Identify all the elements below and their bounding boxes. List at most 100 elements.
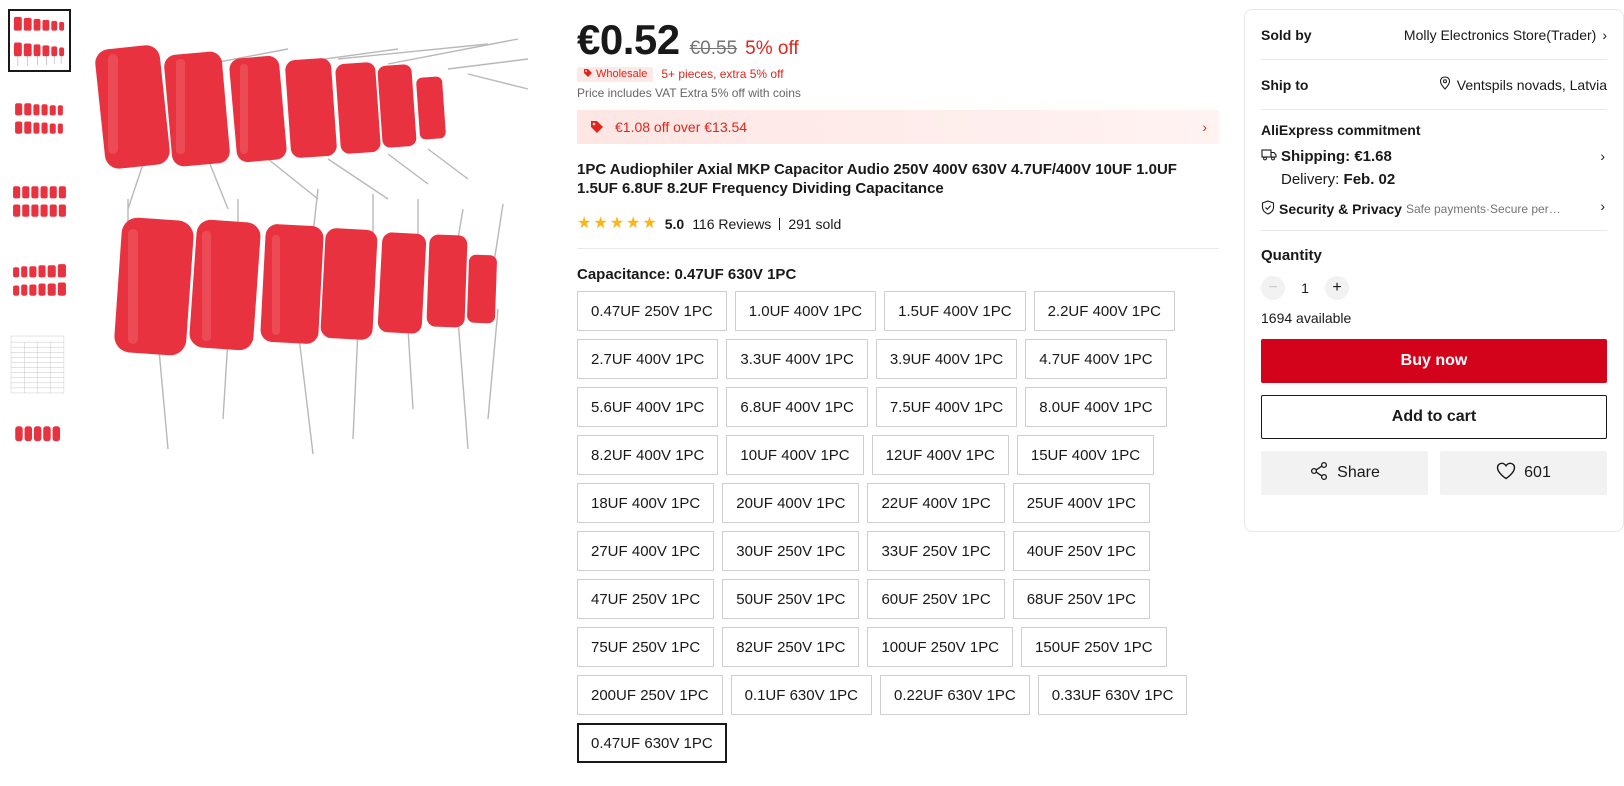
thumbnail-3[interactable] (8, 171, 71, 234)
variant-option[interactable]: 7.5UF 400V 1PC (875, 387, 1018, 427)
ship-to-row[interactable]: Ship to Ventspils novads, Latvia (1261, 60, 1607, 110)
variant-option[interactable]: 15UF 400V 1PC (1016, 435, 1155, 475)
variant-option[interactable]: 18UF 400V 1PC (577, 483, 715, 523)
variant-option[interactable]: 6.8UF 400V 1PC (726, 387, 868, 427)
main-product-image[interactable] (88, 9, 548, 469)
wholesale-text: 5+ pieces, extra 5% off (661, 67, 784, 81)
buy-now-button[interactable]: Buy now (1261, 339, 1607, 383)
quantity-stepper: − 1 + (1261, 276, 1607, 300)
variant-option[interactable]: 1.0UF 400V 1PC (734, 291, 877, 331)
share-icon (1309, 461, 1329, 486)
variant-label: Capacitance: 0.47UF 630V 1PC (577, 266, 797, 283)
star-icon: ★ (626, 215, 641, 232)
action-row: Share 601 (1261, 451, 1607, 495)
shipping-cost: Shipping: €1.68 (1281, 148, 1392, 165)
shield-check-icon (1261, 200, 1275, 218)
wholesale-badge-label: Wholesale (596, 68, 648, 80)
variant-option[interactable]: 3.3UF 400V 1PC (726, 339, 868, 379)
security-privacy-row[interactable]: Security & Privacy Safe payments·Secure … (1261, 198, 1607, 231)
variant-option[interactable]: 22UF 400V 1PC (867, 483, 1005, 523)
sold-by-row[interactable]: Sold by Molly Electronics Store(Trader) … (1261, 10, 1607, 60)
star-icon: ★ (577, 215, 592, 232)
reviews-link[interactable]: 116 Reviews (692, 216, 771, 232)
section-divider (577, 248, 1219, 249)
truck-icon (1261, 148, 1277, 165)
variant-option[interactable]: 82UF 250V 1PC (722, 627, 860, 667)
thumbnail-5-spec-table[interactable] (8, 333, 71, 396)
minus-icon[interactable]: − (1261, 276, 1285, 300)
variant-option[interactable]: 8.0UF 400V 1PC (1025, 387, 1167, 427)
star-icon: ★ (609, 215, 625, 232)
purchase-panel: Sold by Molly Electronics Store(Trader) … (1244, 9, 1624, 532)
rating-value: 5.0 (664, 216, 685, 232)
shipping-block[interactable]: Shipping: €1.68 Delivery: Feb. 02 › (1261, 148, 1607, 188)
rating-row: ★ ★ ★ ★ ★ 5.0 116 Reviews 291 sold (577, 214, 1219, 234)
thumbnail-1[interactable] (8, 9, 71, 72)
plus-icon[interactable]: + (1325, 276, 1349, 300)
variant-option[interactable]: 0.1UF 630V 1PC (730, 675, 872, 715)
variant-option[interactable]: 60UF 250V 1PC (867, 579, 1005, 619)
add-to-cart-button[interactable]: Add to cart (1261, 395, 1607, 439)
variant-option[interactable]: 200UF 250V 1PC (577, 675, 723, 715)
variant-option[interactable]: 20UF 400V 1PC (722, 483, 860, 523)
variant-option[interactable]: 68UF 250V 1PC (1012, 579, 1150, 619)
sold-count: 291 sold (788, 216, 842, 232)
variant-option[interactable]: 100UF 250V 1PC (867, 627, 1014, 667)
product-info: €0.52 €0.55 5% off Wholesale 5+ pieces, … (577, 16, 1219, 763)
thumbnail-4[interactable] (8, 252, 71, 315)
variant-option[interactable]: 30UF 250V 1PC (722, 531, 860, 571)
variant-option[interactable]: 10UF 400V 1PC (726, 435, 864, 475)
divider (779, 218, 781, 230)
share-label: Share (1337, 464, 1380, 481)
wholesale-row: Wholesale 5+ pieces, extra 5% off (577, 66, 1219, 82)
variant-option[interactable]: 2.2UF 400V 1PC (1033, 291, 1175, 331)
tag-icon (583, 68, 593, 81)
quantity-label: Quantity (1261, 247, 1322, 264)
share-button[interactable]: Share (1261, 451, 1428, 495)
delivery-line: Delivery: Feb. 02 (1281, 171, 1607, 188)
chevron-right-icon: › (1202, 119, 1207, 135)
security-title: Security & Privacy (1279, 201, 1402, 217)
coupon-tag-icon (589, 119, 605, 135)
variant-option[interactable]: 0.47UF 630V 1PC (577, 723, 727, 763)
thumbnail-2[interactable] (8, 90, 71, 153)
wishlist-count: 601 (1524, 464, 1551, 481)
quantity-value[interactable]: 1 (1285, 280, 1325, 296)
heart-icon (1496, 462, 1516, 485)
variant-option[interactable]: 8.2UF 400V 1PC (577, 435, 719, 475)
variant-option[interactable]: 0.47UF 250V 1PC (577, 291, 727, 331)
location-pin-icon (1439, 76, 1451, 93)
variant-option[interactable]: 150UF 250V 1PC (1021, 627, 1167, 667)
ship-to-location: Ventspils novads, Latvia (1456, 76, 1607, 93)
coupon-text: €1.08 off over €13.54 (615, 119, 748, 135)
original-price: €0.55 (689, 38, 738, 59)
variant-option[interactable]: 25UF 400V 1PC (1012, 483, 1150, 523)
security-subtitle: Safe payments·Secure personal ... (1405, 202, 1561, 216)
variant-option[interactable]: 27UF 400V 1PC (577, 531, 715, 571)
variant-option[interactable]: 5.6UF 400V 1PC (577, 387, 719, 427)
variant-option[interactable]: 2.7UF 400V 1PC (577, 339, 719, 379)
coupon-bar[interactable]: €1.08 off over €13.54 › (577, 110, 1219, 144)
star-icon: ★ (593, 215, 608, 232)
store-name[interactable]: Molly Electronics Store(Trader) (1404, 27, 1596, 43)
variant-option[interactable]: 4.7UF 400V 1PC (1025, 339, 1167, 379)
thumbnail-strip (8, 9, 72, 462)
variant-option[interactable]: 75UF 250V 1PC (577, 627, 715, 667)
chevron-right-icon: › (1600, 198, 1605, 214)
star-icon: ★ (642, 215, 657, 232)
delivery-date: Feb. 02 (1343, 171, 1396, 188)
delivery-label: Delivery: (1281, 171, 1340, 188)
ship-to-label: Ship to (1261, 76, 1309, 93)
variant-option[interactable]: 3.9UF 400V 1PC (875, 339, 1018, 379)
variant-option[interactable]: 0.22UF 630V 1PC (879, 675, 1030, 715)
variant-option[interactable]: 0.33UF 630V 1PC (1037, 675, 1188, 715)
variant-option[interactable]: 47UF 250V 1PC (577, 579, 715, 619)
sold-by-label: Sold by (1261, 26, 1312, 43)
wishlist-button[interactable]: 601 (1440, 451, 1607, 495)
variant-option[interactable]: 12UF 400V 1PC (871, 435, 1009, 475)
variant-option[interactable]: 33UF 250V 1PC (867, 531, 1005, 571)
thumbnail-6[interactable] (8, 414, 71, 444)
variant-option[interactable]: 50UF 250V 1PC (722, 579, 860, 619)
variant-option[interactable]: 40UF 250V 1PC (1012, 531, 1150, 571)
variant-option[interactable]: 1.5UF 400V 1PC (884, 291, 1026, 331)
